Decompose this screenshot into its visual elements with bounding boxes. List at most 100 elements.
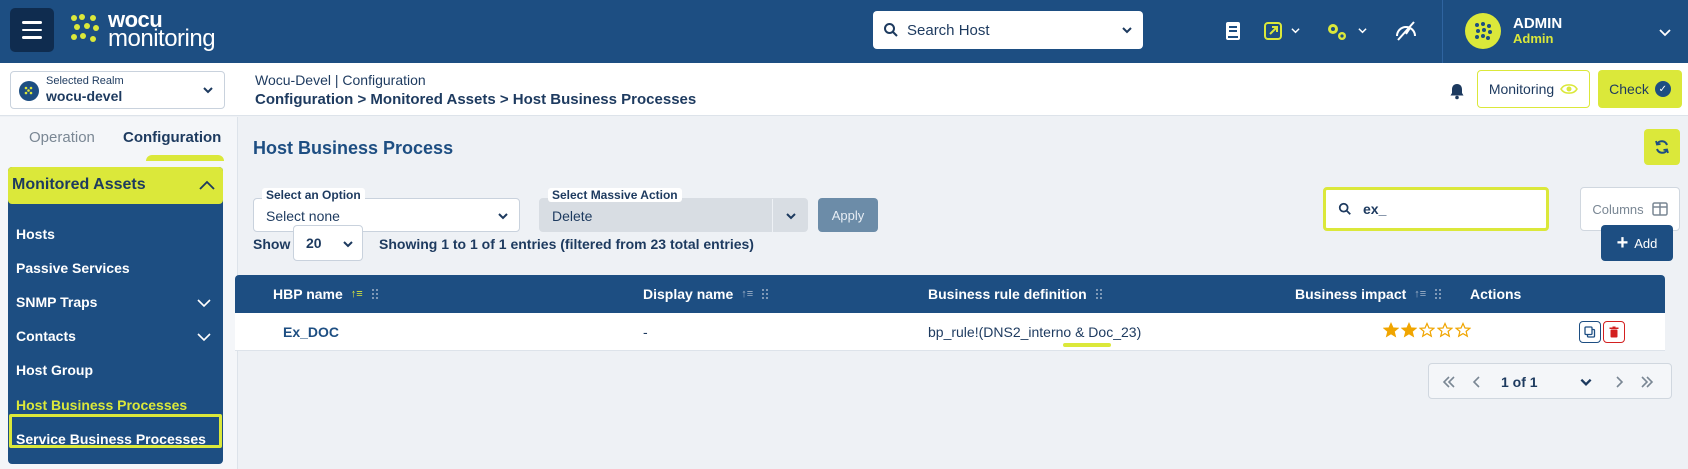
chevron-down-icon	[498, 213, 508, 220]
realm-selector[interactable]: Selected Realm wocu-devel	[10, 71, 225, 109]
sidebar-item-host-business-processes[interactable]: Host Business Processes	[16, 397, 187, 413]
speedometer-off-icon[interactable]	[1394, 19, 1418, 43]
user-role: Admin	[1513, 31, 1554, 46]
refresh-icon	[1655, 140, 1669, 154]
monitoring-button[interactable]: Monitoring	[1477, 70, 1590, 108]
monitoring-label: Monitoring	[1488, 81, 1555, 97]
check-label: Check	[1609, 81, 1649, 97]
duplicate-button[interactable]	[1579, 321, 1601, 343]
previous-page-icon[interactable]	[1469, 374, 1485, 390]
column-business-rule-label: Business rule definition	[928, 286, 1087, 302]
table-header: HBP name ↑≡ Display name ↑≡ Business rul…	[235, 275, 1665, 313]
cell-display-name: -	[643, 324, 648, 340]
user-logo-icon	[1475, 22, 1492, 40]
book-icon[interactable]	[1221, 19, 1245, 43]
breadcrumb-context: Wocu-Devel | Configuration	[255, 72, 426, 88]
breadcrumb[interactable]: Configuration > Monitored Assets > Host …	[255, 91, 696, 108]
chevron-down-icon[interactable]	[197, 332, 211, 342]
sidebar-item-contacts[interactable]: Contacts	[16, 328, 76, 344]
column-hbp-name-label: HBP name	[273, 286, 343, 302]
sort-icon[interactable]: ↑≡	[741, 288, 753, 300]
external-link-icon[interactable]	[1261, 19, 1285, 43]
wocu-logo-icon	[71, 14, 99, 42]
star-empty-icon	[1455, 322, 1471, 338]
sort-icon[interactable]: ↑≡	[1414, 288, 1426, 300]
menu-icon[interactable]	[10, 8, 54, 52]
drag-handle-icon[interactable]	[1095, 288, 1103, 300]
eye-icon	[1560, 84, 1579, 94]
sidebar-item-service-business-processes[interactable]: Service Business Processes	[16, 431, 206, 447]
tab-operation[interactable]: Operation	[29, 129, 95, 146]
option-select-value: Select none	[266, 208, 340, 224]
add-button[interactable]: + Add	[1601, 225, 1673, 261]
chevron-up-icon	[199, 180, 215, 190]
option-select-label: Select an Option	[262, 188, 365, 202]
table-row[interactable]: Ex_DOC - bp_rule!(DNS2_interno & Doc_23)	[235, 313, 1665, 351]
bell-icon[interactable]	[1448, 82, 1466, 100]
sidebar-item-snmp-traps[interactable]: SNMP Traps	[16, 294, 97, 310]
chevron-down-icon[interactable]	[1358, 26, 1367, 35]
checkmark-icon: ✓	[1654, 81, 1671, 97]
column-hbp-name[interactable]: HBP name ↑≡	[273, 286, 379, 302]
sidebar-item-passive-services[interactable]: Passive Services	[16, 260, 130, 276]
next-page-icon[interactable]	[1611, 374, 1627, 390]
sidebar-tabs: Operation Configuration	[0, 117, 238, 161]
star-empty-icon	[1437, 322, 1453, 338]
select-separator	[772, 199, 773, 233]
pagination: 1 of 1	[1428, 363, 1672, 399]
massive-action-select[interactable]: Select Massive Action Delete	[539, 188, 808, 233]
drag-handle-icon[interactable]	[761, 288, 769, 300]
column-business-impact-label: Business impact	[1295, 286, 1407, 302]
massive-action-value: Delete	[552, 208, 593, 224]
sidebar-item-host-group[interactable]: Host Group	[16, 362, 93, 378]
column-business-rule[interactable]: Business rule definition	[928, 286, 1103, 302]
search-host-select[interactable]: Search Host	[873, 11, 1143, 49]
logo[interactable]: wocu monitoring	[68, 9, 216, 52]
sort-asc-icon[interactable]: ↑≡	[351, 288, 363, 300]
chevron-down-icon[interactable]	[1658, 25, 1672, 39]
sidebar-item-hosts[interactable]: Hosts	[16, 226, 55, 242]
delete-button[interactable]	[1603, 321, 1625, 343]
brand-line2: monitoring	[108, 25, 216, 52]
chevron-down-icon[interactable]	[1579, 374, 1593, 390]
chevron-down-icon	[203, 87, 213, 94]
gears-icon[interactable]	[1324, 19, 1348, 43]
tab-configuration[interactable]: Configuration	[123, 129, 221, 146]
page-title: Host Business Process	[253, 138, 454, 158]
sidebar-panel: Monitored Assets Hosts Passive Services …	[8, 167, 223, 464]
columns-label: Columns	[1592, 201, 1644, 217]
business-impact-stars	[1383, 322, 1471, 338]
search-icon	[884, 23, 898, 37]
column-business-impact[interactable]: Business impact ↑≡	[1295, 286, 1442, 302]
user-name[interactable]: ADMIN	[1513, 15, 1562, 32]
chevron-down-icon	[1122, 27, 1132, 34]
realm-value: wocu-devel	[46, 88, 123, 104]
chevron-down-icon[interactable]	[197, 298, 211, 308]
apply-button[interactable]: Apply	[818, 198, 878, 232]
first-page-icon[interactable]	[1441, 374, 1457, 390]
drag-handle-icon[interactable]	[371, 288, 379, 300]
page-size-select[interactable]: 20	[293, 225, 363, 261]
refresh-button[interactable]	[1644, 129, 1680, 165]
top-bar: wocu monitoring Search Host ADMIN Admin	[0, 0, 1688, 63]
column-display-name[interactable]: Display name ↑≡	[643, 286, 769, 302]
chevron-down-icon	[786, 213, 796, 220]
sub-header: Selected Realm wocu-devel Wocu-Devel | C…	[0, 63, 1688, 116]
page-indicator: 1 of 1	[1501, 374, 1538, 390]
entries-info: Showing 1 to 1 of 1 entries (filtered fr…	[379, 236, 754, 252]
active-tab-indicator	[146, 155, 224, 161]
sidebar-section-monitored-assets[interactable]: Monitored Assets	[8, 167, 223, 204]
drag-handle-icon[interactable]	[1434, 288, 1442, 300]
rule-highlight	[1063, 343, 1111, 347]
table-search-input[interactable]: ex_	[1323, 187, 1549, 231]
star-filled-icon	[1383, 322, 1399, 338]
topbar-divider	[1442, 0, 1443, 63]
page-size-value: 20	[306, 235, 322, 251]
massive-action-label: Select Massive Action	[548, 188, 682, 202]
cell-hbp-name[interactable]: Ex_DOC	[283, 324, 339, 340]
table-search-value: ex_	[1363, 201, 1387, 217]
last-page-icon[interactable]	[1639, 374, 1655, 390]
check-button[interactable]: Check ✓	[1598, 70, 1682, 108]
chevron-down-icon[interactable]	[1291, 26, 1300, 35]
avatar[interactable]	[1465, 13, 1501, 49]
